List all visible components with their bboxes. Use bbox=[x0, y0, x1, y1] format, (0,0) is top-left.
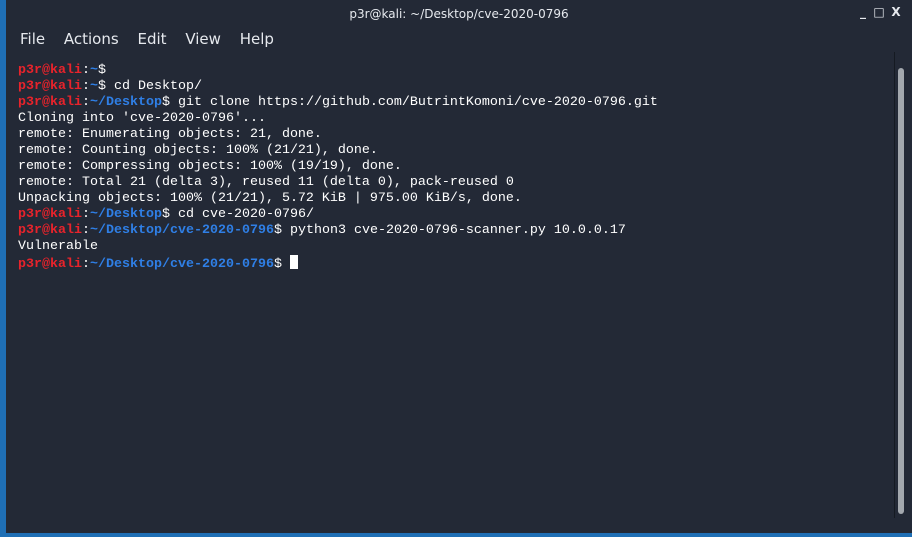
prompt-user: p3r@kali bbox=[18, 79, 82, 94]
terminal-line: p3r@kali:~/Desktop/cve-2020-0796$ python… bbox=[18, 223, 658, 239]
terminal-line: Vulnerable bbox=[18, 239, 658, 255]
prompt-path: ~ bbox=[90, 79, 98, 94]
terminal-text: remote: Compressing objects: 100% (19/19… bbox=[18, 159, 402, 174]
scrollbar-thumb[interactable] bbox=[898, 68, 904, 514]
terminal-text: : bbox=[82, 95, 90, 110]
prompt-user: p3r@kali bbox=[18, 207, 82, 222]
terminal-text: $ git clone https://github.com/ButrintKo… bbox=[161, 95, 658, 110]
maximize-button[interactable]: □ bbox=[872, 5, 886, 21]
prompt-path: ~/Desktop/cve-2020-0796 bbox=[90, 257, 274, 272]
text-cursor bbox=[289, 255, 298, 269]
prompt-user: p3r@kali bbox=[18, 95, 82, 110]
terminal-line: remote: Counting objects: 100% (21/21), … bbox=[18, 143, 658, 159]
terminal-text: remote: Counting objects: 100% (21/21), … bbox=[18, 143, 378, 158]
prompt-user: p3r@kali bbox=[18, 223, 82, 238]
prompt-path: ~/Desktop/cve-2020-0796 bbox=[90, 223, 274, 238]
menu-view[interactable]: View bbox=[185, 30, 221, 48]
terminal-line: p3r@kali:~/Desktop/cve-2020-0796$ bbox=[18, 255, 658, 272]
terminal-line: p3r@kali:~/Desktop$ git clone https://gi… bbox=[18, 95, 658, 111]
terminal-line: remote: Enumerating objects: 21, done. bbox=[18, 127, 658, 143]
terminal-text: $ python3 cve-2020-0796-scanner.py 10.0.… bbox=[273, 223, 626, 238]
prompt-path: ~/Desktop bbox=[90, 207, 162, 222]
terminal-text: $ bbox=[98, 63, 106, 78]
menu-actions[interactable]: Actions bbox=[64, 30, 119, 48]
terminal-window: p3r@kali: ~/Desktop/cve-2020-0796 _ □ X … bbox=[6, 0, 912, 533]
terminal-text: Cloning into 'cve-2020-0796'... bbox=[18, 111, 266, 126]
terminal-line: remote: Total 21 (delta 3), reused 11 (d… bbox=[18, 175, 658, 191]
terminal-line: p3r@kali:~/Desktop$ cd cve-2020-0796/ bbox=[18, 207, 658, 223]
terminal-text: $ bbox=[273, 257, 290, 272]
terminal-line: p3r@kali:~$ cd Desktop/ bbox=[18, 79, 658, 95]
terminal-line: p3r@kali:~$ bbox=[18, 63, 658, 79]
terminal-line: Unpacking objects: 100% (21/21), 5.72 Ki… bbox=[18, 191, 658, 207]
minimize-button[interactable]: _ bbox=[856, 5, 870, 21]
terminal-line: Cloning into 'cve-2020-0796'... bbox=[18, 111, 658, 127]
terminal-text: $ cd cve-2020-0796/ bbox=[161, 207, 314, 222]
window-title: p3r@kali: ~/Desktop/cve-2020-0796 bbox=[349, 7, 569, 21]
terminal-text: Unpacking objects: 100% (21/21), 5.72 Ki… bbox=[18, 191, 522, 206]
prompt-user: p3r@kali bbox=[18, 63, 82, 78]
terminal-text: : bbox=[82, 79, 90, 94]
menu-bar: File Actions Edit View Help bbox=[6, 30, 274, 52]
terminal-text: : bbox=[82, 257, 90, 272]
terminal-text: : bbox=[82, 207, 90, 222]
prompt-user: p3r@kali bbox=[18, 257, 82, 272]
menu-edit[interactable]: Edit bbox=[137, 30, 166, 48]
terminal-text: : bbox=[82, 63, 90, 78]
scrollbar-track[interactable] bbox=[894, 52, 895, 518]
close-button[interactable]: X bbox=[889, 5, 903, 21]
terminal-line: remote: Compressing objects: 100% (19/19… bbox=[18, 159, 658, 175]
prompt-path: ~/Desktop bbox=[90, 95, 162, 110]
prompt-path: ~ bbox=[90, 63, 98, 78]
menu-file[interactable]: File bbox=[20, 30, 45, 48]
title-bar[interactable]: p3r@kali: ~/Desktop/cve-2020-0796 _ □ X bbox=[6, 0, 912, 28]
terminal-output[interactable]: p3r@kali:~$ p3r@kali:~$ cd Desktop/p3r@ka… bbox=[18, 63, 658, 272]
terminal-text: Vulnerable bbox=[18, 239, 98, 254]
terminal-text: remote: Total 21 (delta 3), reused 11 (d… bbox=[18, 175, 514, 190]
terminal-text: $ cd Desktop/ bbox=[98, 79, 202, 94]
terminal-text: : bbox=[82, 223, 90, 238]
menu-help[interactable]: Help bbox=[240, 30, 274, 48]
terminal-text: remote: Enumerating objects: 21, done. bbox=[18, 127, 322, 142]
